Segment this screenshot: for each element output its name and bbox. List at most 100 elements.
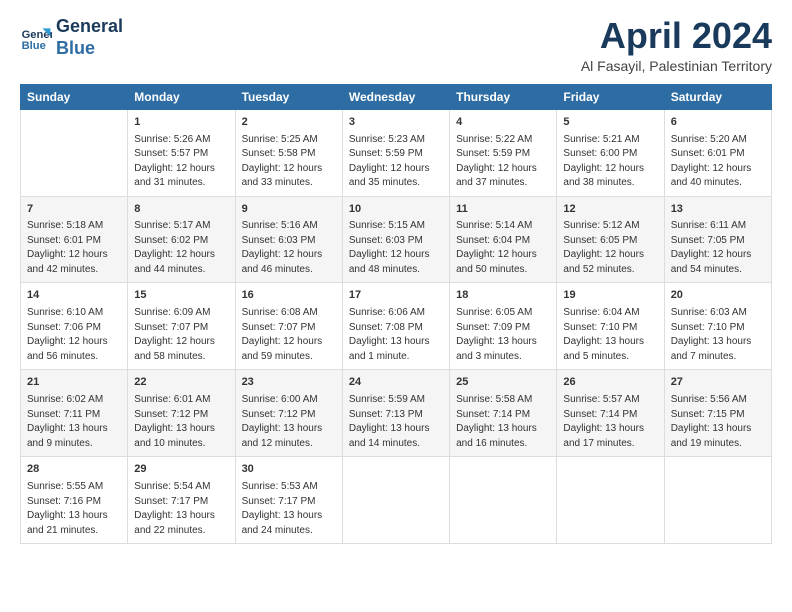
calendar-cell: 21 Sunrise: 6:02 AM Sunset: 7:11 PM Dayli… [21, 370, 128, 457]
calendar-cell: 3Sunrise: 5:23 AM Sunset: 5:59 PM Daylig… [342, 109, 449, 196]
cell-content: Sunrise: 5:12 AM Sunset: 6:05 PM Dayligh… [563, 219, 657, 277]
calendar-cell: 18 Sunrise: 6:05 AM Sunset: 7:09 PM Dayli… [450, 283, 557, 370]
date-number: 1 [134, 115, 228, 131]
calendar-week-row: 7Sunrise: 5:18 AM Sunset: 6:01 PM Daylig… [21, 196, 772, 283]
date-number: 20 [671, 288, 765, 304]
calendar-cell: 5Sunrise: 5:21 AM Sunset: 6:00 PM Daylig… [557, 109, 664, 196]
calendar-header-monday: Monday [128, 84, 235, 109]
cell-content: Sunrise: 5:17 AM Sunset: 6:02 PM Dayligh… [134, 219, 228, 277]
cell-content: Sunrise: 6:10 AM Sunset: 7:06 PM Dayligh… [27, 306, 121, 364]
calendar-cell [21, 109, 128, 196]
cell-content: Sunrise: 6:08 AM Sunset: 7:07 PM Dayligh… [242, 306, 336, 364]
calendar-header-wednesday: Wednesday [342, 84, 449, 109]
date-number: 17 [349, 288, 443, 304]
calendar-week-row: 14Sunrise: 6:10 AM Sunset: 7:06 PM Dayli… [21, 283, 772, 370]
calendar-cell: 22 Sunrise: 6:01 AM Sunset: 7:12 PM Dayli… [128, 370, 235, 457]
calendar-cell: 8Sunrise: 5:17 AM Sunset: 6:02 PM Daylig… [128, 196, 235, 283]
page-title: April 2024 [581, 16, 772, 56]
calendar-week-row: 1 Sunrise: 5:26 AM Sunset: 5:57 PM Daylig… [21, 109, 772, 196]
cell-content: Sunrise: 5:25 AM Sunset: 5:58 PM Dayligh… [242, 133, 336, 191]
cell-content: Sunrise: 5:21 AM Sunset: 6:00 PM Dayligh… [563, 133, 657, 191]
date-number: 23 [242, 375, 336, 391]
calendar-cell: 19Sunrise: 6:04 AM Sunset: 7:10 PM Dayli… [557, 283, 664, 370]
calendar-header-saturday: Saturday [664, 84, 771, 109]
date-number: 30 [242, 462, 336, 478]
date-number: 2 [242, 115, 336, 131]
calendar-cell: 20 Sunrise: 6:03 AM Sunset: 7:10 PM Dayli… [664, 283, 771, 370]
date-number: 3 [349, 115, 443, 131]
logo-icon: General Blue [20, 22, 52, 54]
calendar-cell: 28 Sunrise: 5:55 AM Sunset: 7:16 PM Dayli… [21, 457, 128, 544]
cell-content: Sunrise: 6:11 AM Sunset: 7:05 PM Dayligh… [671, 219, 765, 277]
date-number: 11 [456, 202, 550, 218]
cell-content: Sunrise: 5:14 AM Sunset: 6:04 PM Dayligh… [456, 219, 550, 277]
cell-content: Sunrise: 5:16 AM Sunset: 6:03 PM Dayligh… [242, 219, 336, 277]
calendar-header-sunday: Sunday [21, 84, 128, 109]
date-number: 22 [134, 375, 228, 391]
calendar-cell: 7Sunrise: 5:18 AM Sunset: 6:01 PM Daylig… [21, 196, 128, 283]
calendar-cell [664, 457, 771, 544]
calendar-cell: 4 Sunrise: 5:22 AM Sunset: 5:59 PM Daylig… [450, 109, 557, 196]
date-number: 28 [27, 462, 121, 478]
calendar-cell [450, 457, 557, 544]
calendar-cell: 12Sunrise: 5:12 AM Sunset: 6:05 PM Dayli… [557, 196, 664, 283]
cell-content: Sunrise: 5:55 AM Sunset: 7:16 PM Dayligh… [27, 480, 121, 538]
calendar-cell: 10Sunrise: 5:15 AM Sunset: 6:03 PM Dayli… [342, 196, 449, 283]
date-number: 6 [671, 115, 765, 131]
logo: General Blue General Blue [20, 16, 123, 59]
calendar-table: SundayMondayTuesdayWednesdayThursdayFrid… [20, 84, 772, 545]
page-subtitle: Al Fasayil, Palestinian Territory [581, 58, 772, 74]
cell-content: Sunrise: 6:03 AM Sunset: 7:10 PM Dayligh… [671, 306, 765, 364]
date-number: 27 [671, 375, 765, 391]
cell-content: Sunrise: 6:01 AM Sunset: 7:12 PM Dayligh… [134, 393, 228, 451]
calendar-cell: 27 Sunrise: 5:56 AM Sunset: 7:15 PM Dayli… [664, 370, 771, 457]
date-number: 8 [134, 202, 228, 218]
calendar-header-thursday: Thursday [450, 84, 557, 109]
logo-text: General Blue [56, 16, 123, 59]
date-number: 7 [27, 202, 121, 218]
calendar-cell [342, 457, 449, 544]
calendar-header-tuesday: Tuesday [235, 84, 342, 109]
calendar-body: 1 Sunrise: 5:26 AM Sunset: 5:57 PM Daylig… [21, 109, 772, 544]
date-number: 26 [563, 375, 657, 391]
date-number: 18 [456, 288, 550, 304]
cell-content: Sunrise: 5:54 AM Sunset: 7:17 PM Dayligh… [134, 480, 228, 538]
cell-content: Sunrise: 6:02 AM Sunset: 7:11 PM Dayligh… [27, 393, 121, 451]
cell-content: Sunrise: 5:18 AM Sunset: 6:01 PM Dayligh… [27, 219, 121, 277]
date-number: 12 [563, 202, 657, 218]
calendar-cell: 30 Sunrise: 5:53 AM Sunset: 7:17 PM Dayli… [235, 457, 342, 544]
calendar-cell: 26 Sunrise: 5:57 AM Sunset: 7:14 PM Dayli… [557, 370, 664, 457]
cell-content: Sunrise: 6:06 AM Sunset: 7:08 PM Dayligh… [349, 306, 443, 364]
cell-content: Sunrise: 5:57 AM Sunset: 7:14 PM Dayligh… [563, 393, 657, 451]
page-header: General Blue General Blue April 2024 Al … [20, 16, 772, 74]
date-number: 9 [242, 202, 336, 218]
calendar-cell: 29Sunrise: 5:54 AM Sunset: 7:17 PM Dayli… [128, 457, 235, 544]
cell-content: Sunrise: 5:56 AM Sunset: 7:15 PM Dayligh… [671, 393, 765, 451]
calendar-cell [557, 457, 664, 544]
date-number: 15 [134, 288, 228, 304]
cell-content: Sunrise: 5:58 AM Sunset: 7:14 PM Dayligh… [456, 393, 550, 451]
calendar-header-friday: Friday [557, 84, 664, 109]
date-number: 10 [349, 202, 443, 218]
calendar-cell: 24Sunrise: 5:59 AM Sunset: 7:13 PM Dayli… [342, 370, 449, 457]
calendar-cell: 14Sunrise: 6:10 AM Sunset: 7:06 PM Dayli… [21, 283, 128, 370]
cell-content: Sunrise: 5:53 AM Sunset: 7:17 PM Dayligh… [242, 480, 336, 538]
cell-content: Sunrise: 6:05 AM Sunset: 7:09 PM Dayligh… [456, 306, 550, 364]
cell-content: Sunrise: 5:15 AM Sunset: 6:03 PM Dayligh… [349, 219, 443, 277]
svg-text:Blue: Blue [22, 40, 46, 52]
date-number: 4 [456, 115, 550, 131]
calendar-cell: 23 Sunrise: 6:00 AM Sunset: 7:12 PM Dayli… [235, 370, 342, 457]
cell-content: Sunrise: 6:04 AM Sunset: 7:10 PM Dayligh… [563, 306, 657, 364]
cell-content: Sunrise: 5:20 AM Sunset: 6:01 PM Dayligh… [671, 133, 765, 191]
cell-content: Sunrise: 5:22 AM Sunset: 5:59 PM Dayligh… [456, 133, 550, 191]
calendar-week-row: 21 Sunrise: 6:02 AM Sunset: 7:11 PM Dayli… [21, 370, 772, 457]
calendar-cell: 2 Sunrise: 5:25 AM Sunset: 5:58 PM Daylig… [235, 109, 342, 196]
date-number: 25 [456, 375, 550, 391]
calendar-cell: 16Sunrise: 6:08 AM Sunset: 7:07 PM Dayli… [235, 283, 342, 370]
date-number: 21 [27, 375, 121, 391]
calendar-cell: 17 Sunrise: 6:06 AM Sunset: 7:08 PM Dayli… [342, 283, 449, 370]
cell-content: Sunrise: 5:26 AM Sunset: 5:57 PM Dayligh… [134, 133, 228, 191]
calendar-week-row: 28 Sunrise: 5:55 AM Sunset: 7:16 PM Dayli… [21, 457, 772, 544]
cell-content: Sunrise: 6:00 AM Sunset: 7:12 PM Dayligh… [242, 393, 336, 451]
cell-content: Sunrise: 6:09 AM Sunset: 7:07 PM Dayligh… [134, 306, 228, 364]
